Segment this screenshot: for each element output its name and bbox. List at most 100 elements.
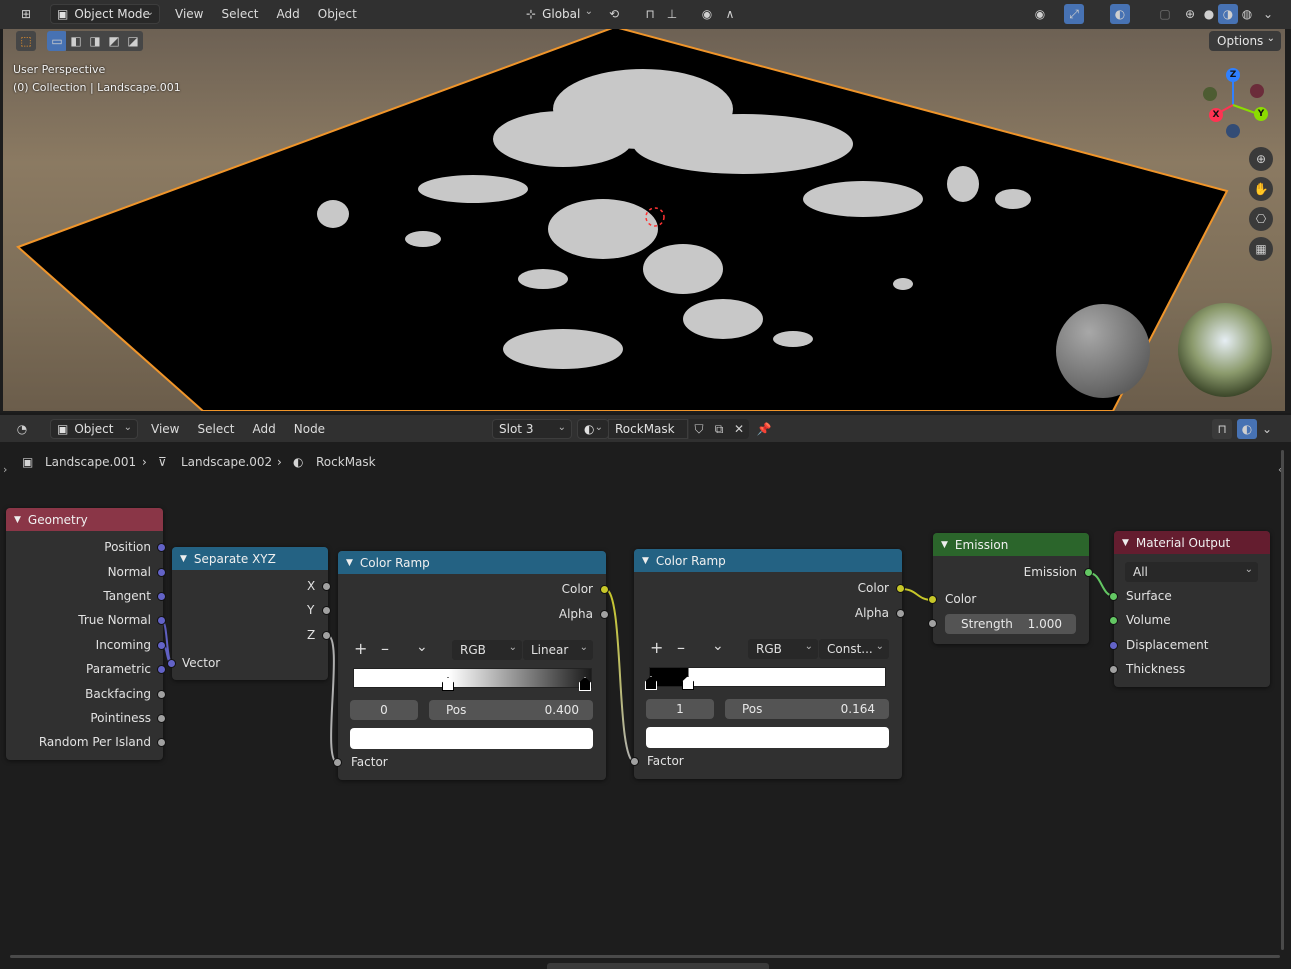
separate-xyz-header[interactable]: ▼ Separate XYZ	[172, 547, 328, 570]
menu-view[interactable]: View	[142, 422, 188, 436]
select-mode-extend-icon[interactable]: ◧	[66, 31, 86, 51]
vertical-scrollbar[interactable]	[1281, 450, 1284, 950]
collapse-arrow-icon[interactable]: ▼	[642, 556, 649, 566]
socket-x[interactable]	[322, 582, 331, 591]
stop-index-field[interactable]: 1	[646, 699, 714, 719]
snap-icon[interactable]: ⊓	[1212, 419, 1232, 439]
menu-add[interactable]: Add	[268, 7, 309, 21]
object-mode-dropdown[interactable]: ▣ Object Mode ⌄	[50, 4, 160, 24]
socket-normal[interactable]	[157, 568, 166, 577]
gizmo-x[interactable]: X	[1209, 108, 1223, 122]
material-shading-icon[interactable]: ◑	[1218, 4, 1238, 24]
ortho-grid-icon[interactable]: ▦	[1249, 237, 1273, 261]
duplicate-material-icon[interactable]: ⧉	[709, 419, 729, 439]
unlink-close-icon[interactable]: ✕	[729, 419, 749, 439]
select-mode-subtract-icon[interactable]: ◨	[85, 31, 105, 51]
navigation-gizmo[interactable]: Z X Y	[1198, 65, 1278, 145]
stop-index-field[interactable]: 0	[350, 700, 418, 720]
socket-pointiness[interactable]	[157, 714, 166, 723]
socket-factor-in[interactable]	[630, 757, 639, 766]
select-mode-intersect-icon[interactable]: ◪	[123, 31, 143, 51]
shading-options-icon[interactable]: ⌄	[1258, 4, 1278, 24]
xray-icon[interactable]: ▢	[1155, 4, 1175, 24]
snap-icon[interactable]: ⊓	[640, 4, 660, 24]
color-ramp-gradient[interactable]	[353, 668, 592, 688]
menu-add[interactable]: Add	[244, 422, 285, 436]
menu-select[interactable]: Select	[188, 422, 243, 436]
socket-true-normal[interactable]	[157, 616, 166, 625]
remove-stop-icon[interactable]: –	[677, 638, 685, 657]
select-box-tool-icon[interactable]: ⬚	[16, 31, 36, 51]
color-ramp-header[interactable]: ▼ Color Ramp	[634, 549, 902, 572]
visibility-icon[interactable]: ◉	[1030, 4, 1050, 24]
overlay-toggle-icon[interactable]: ◐	[1110, 4, 1130, 24]
gizmo-y[interactable]: Y	[1254, 107, 1268, 121]
wireframe-shading-icon[interactable]: ⊕	[1180, 4, 1200, 24]
stop-color-swatch[interactable]	[350, 728, 593, 749]
options-button[interactable]: Options ⌄	[1209, 31, 1281, 51]
slot-dropdown[interactable]: Slot 3 ⌄	[492, 419, 572, 439]
gizmo-toggle-icon[interactable]: ⤢	[1064, 4, 1084, 24]
horizontal-scrollbar[interactable]	[10, 955, 1280, 958]
3d-viewport[interactable]: ⬚ ▭ ◧ ◨ ◩ ◪ Options ⌄ User Perspective (…	[3, 29, 1285, 411]
socket-emission-out[interactable]	[1084, 568, 1093, 577]
pin-icon[interactable]: 📌	[754, 419, 774, 439]
snap-target-icon[interactable]: ⊥	[662, 4, 682, 24]
editor-type-icon[interactable]: ⊞	[16, 4, 36, 24]
color-mode-dropdown[interactable]: RGB ⌄	[748, 639, 818, 659]
solid-shading-icon[interactable]: ●	[1199, 4, 1219, 24]
geometry-node-header[interactable]: ▼ Geometry	[6, 508, 163, 531]
socket-backfacing[interactable]	[157, 690, 166, 699]
socket-surface-in[interactable]	[1109, 592, 1118, 601]
object-shader-dropdown[interactable]: ▣ Object ⌄	[50, 419, 138, 439]
add-stop-icon[interactable]: +	[354, 639, 367, 658]
ramp-menu-chevron-icon[interactable]: ⌄	[416, 639, 428, 655]
editor-type-icon[interactable]: ◔	[12, 419, 32, 439]
socket-color-out[interactable]	[600, 585, 609, 594]
menu-object[interactable]: Object	[309, 7, 366, 21]
proportional-edit-icon[interactable]: ◉	[697, 4, 717, 24]
socket-vector-in[interactable]	[167, 659, 176, 668]
menu-view[interactable]: View	[166, 7, 212, 21]
socket-alpha-out[interactable]	[600, 610, 609, 619]
interpolation-dropdown[interactable]: Linear ⌄	[523, 640, 593, 660]
menu-select[interactable]: Select	[212, 7, 267, 21]
strength-field[interactable]: Strength 1.000	[945, 614, 1076, 634]
left-region-toggle-icon[interactable]: ›	[3, 463, 7, 476]
socket-strength-in[interactable]	[928, 619, 937, 628]
socket-parametric[interactable]	[157, 665, 166, 674]
ramp-menu-chevron-icon[interactable]: ⌄	[712, 638, 724, 654]
select-mode-new-icon[interactable]: ▭	[47, 31, 67, 51]
stop-position-field[interactable]: Pos 0.164	[725, 699, 889, 719]
menu-node[interactable]: Node	[285, 422, 334, 436]
socket-alpha-out[interactable]	[896, 609, 905, 618]
collapse-arrow-icon[interactable]: ▼	[14, 515, 21, 525]
material-browse-dropdown[interactable]: ◐ ⌄	[577, 419, 609, 439]
collapse-arrow-icon[interactable]: ▼	[180, 554, 187, 564]
zoom-icon[interactable]: ⊕	[1249, 147, 1273, 171]
fake-user-shield-icon[interactable]: ⛉	[689, 419, 709, 439]
emission-header[interactable]: ▼ Emission	[933, 533, 1089, 556]
socket-incoming[interactable]	[157, 641, 166, 650]
pivot-icon[interactable]: ⟲	[604, 4, 624, 24]
pan-hand-icon[interactable]: ✋	[1249, 177, 1273, 201]
orientation-dropdown[interactable]: ⊹ Global ⌄	[520, 4, 598, 24]
material-name-field[interactable]: RockMask	[608, 419, 688, 439]
socket-y[interactable]	[322, 606, 331, 615]
socket-color-out[interactable]	[896, 584, 905, 593]
socket-displacement-in[interactable]	[1109, 641, 1118, 650]
socket-tangent[interactable]	[157, 592, 166, 601]
add-stop-icon[interactable]: +	[650, 638, 663, 657]
collapse-arrow-icon[interactable]: ▼	[941, 540, 948, 550]
stop-color-swatch[interactable]	[646, 727, 889, 748]
overlay-toggle-icon[interactable]: ◐	[1237, 419, 1257, 439]
socket-position[interactable]	[157, 543, 166, 552]
material-output-header[interactable]: ▼ Material Output	[1114, 531, 1270, 554]
socket-color-in[interactable]	[928, 595, 937, 604]
gizmo-z[interactable]: Z	[1226, 68, 1240, 82]
remove-stop-icon[interactable]: –	[381, 639, 389, 658]
select-mode-invert-icon[interactable]: ◩	[104, 31, 124, 51]
interpolation-dropdown[interactable]: Const... ⌄	[819, 639, 889, 659]
falloff-icon[interactable]: ∧	[720, 4, 740, 24]
collapse-arrow-icon[interactable]: ▼	[346, 558, 353, 568]
